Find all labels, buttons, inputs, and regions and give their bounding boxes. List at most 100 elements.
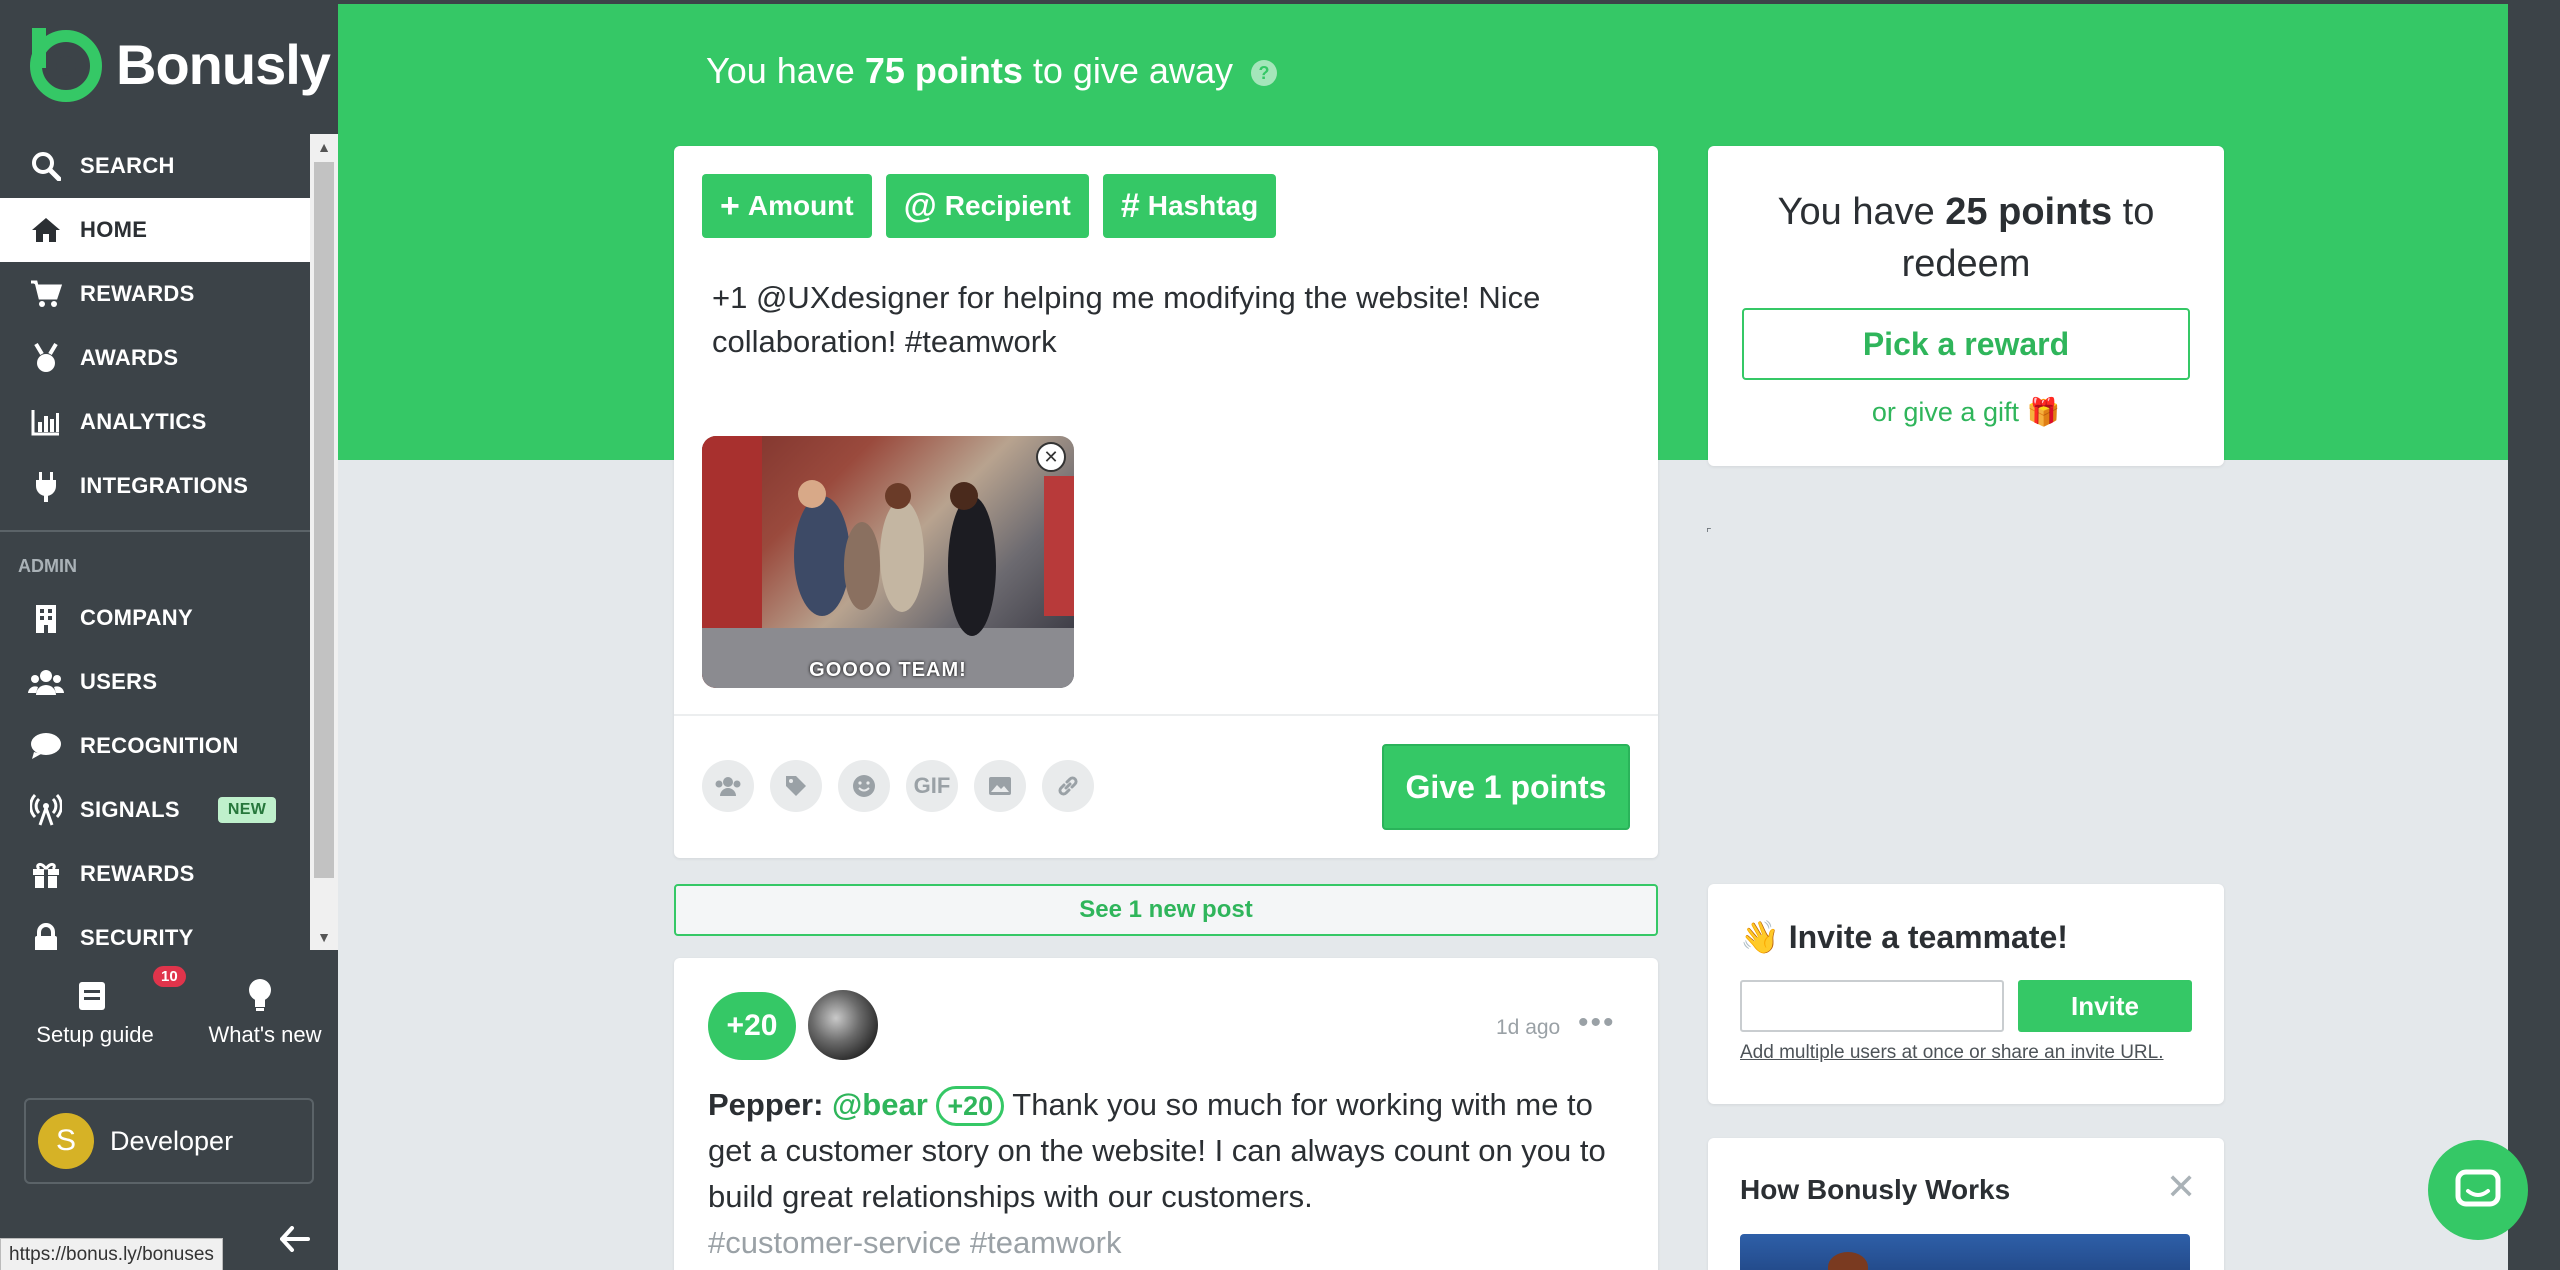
sidebar-item-company[interactable]: COMPANY bbox=[0, 586, 310, 650]
how-title: How Bonusly Works bbox=[1740, 1174, 2011, 1205]
sidebar-item-label: SIGNALS bbox=[80, 797, 180, 822]
bonusly-logo-icon bbox=[24, 26, 106, 102]
profile-switcher[interactable]: S Developer bbox=[24, 1098, 314, 1184]
collapse-sidebar-arrow-icon[interactable] bbox=[279, 1222, 310, 1261]
sidebar-item-rewards-admin[interactable]: REWARDS bbox=[0, 842, 310, 906]
post-points-badge: +20 bbox=[708, 992, 796, 1060]
sidebar-footer: 10 Setup guide What's new S Developer bbox=[0, 950, 338, 1270]
add-group-icon[interactable] bbox=[702, 760, 754, 812]
how-video-thumbnail[interactable] bbox=[1740, 1234, 2190, 1270]
pick-reward-button[interactable]: Pick a reward bbox=[1742, 308, 2190, 380]
scrollbar-thumb[interactable] bbox=[314, 162, 334, 878]
hero-prefix: You have bbox=[706, 50, 865, 91]
post-hashtags[interactable]: #customer-service #teamwork bbox=[708, 1225, 1121, 1260]
sidebar-item-signals[interactable]: SIGNALS NEW bbox=[0, 778, 310, 842]
sidebar-item-security[interactable]: SECURITY bbox=[0, 906, 310, 950]
hash-icon: # bbox=[1120, 186, 1140, 225]
post-mention[interactable]: @bear bbox=[832, 1087, 928, 1122]
emoji-icon[interactable] bbox=[838, 760, 890, 812]
hashtag-label: Hashtag bbox=[1147, 190, 1259, 221]
help-icon[interactable]: ? bbox=[1251, 60, 1277, 87]
tag-icon[interactable] bbox=[770, 760, 822, 812]
home-icon bbox=[28, 212, 64, 248]
sidebar-divider bbox=[0, 530, 310, 532]
thumbnail-figure bbox=[1828, 1252, 1868, 1270]
scroll-down-icon[interactable]: ▼ bbox=[310, 924, 338, 950]
invite-multiple-link[interactable]: Add multiple users at once or share an i… bbox=[1740, 1042, 2164, 1064]
more-options-icon[interactable]: ••• bbox=[1578, 1006, 1616, 1040]
invite-button[interactable]: Invite bbox=[2018, 980, 2192, 1032]
search-icon bbox=[28, 148, 64, 184]
remove-gif-close-icon[interactable]: ✕ bbox=[1036, 442, 1066, 472]
setup-guide-button[interactable]: 10 Setup guide bbox=[30, 966, 186, 1048]
invite-email-input[interactable] bbox=[1740, 980, 2004, 1032]
sidebar-item-home[interactable]: HOME bbox=[0, 198, 310, 262]
points-to-give-heading: You have 75 points to give away ? bbox=[706, 50, 1277, 92]
users-icon bbox=[28, 664, 64, 700]
window-right-edge bbox=[2508, 0, 2560, 1270]
composer-divider bbox=[674, 714, 1658, 716]
points-to-redeem-heading: You have 25 points to redeem bbox=[1708, 186, 2224, 290]
invite-card: 👋 Invite a teammate! Invite Add multiple… bbox=[1708, 884, 2224, 1104]
hero-points: 75 points bbox=[864, 50, 1023, 91]
recipient-button[interactable]: @ Recipient bbox=[885, 174, 1089, 238]
cart-icon bbox=[28, 276, 64, 312]
sidebar-item-search[interactable]: SEARCH bbox=[0, 134, 310, 198]
sidebar-item-label: AWARDS bbox=[80, 345, 179, 370]
bonus-message-input[interactable]: +1 @UXdesigner for helping me modifying … bbox=[712, 276, 1632, 364]
sidebar-item-label: SECURITY bbox=[80, 925, 194, 950]
redeem-prefix: You have bbox=[1777, 191, 1946, 233]
gif-button[interactable]: GIF bbox=[906, 760, 958, 812]
whats-new-button[interactable]: What's new bbox=[200, 978, 330, 1048]
redeem-points: 25 points bbox=[1945, 191, 2113, 233]
chat-launcher-icon[interactable] bbox=[2428, 1140, 2528, 1240]
close-icon[interactable]: ✕ bbox=[2166, 1166, 2196, 1208]
image-icon[interactable] bbox=[974, 760, 1026, 812]
give-gift-link[interactable]: or give a gift 🎁 bbox=[1708, 396, 2224, 428]
sidebar-item-recognition[interactable]: RECOGNITION bbox=[0, 714, 310, 778]
sidebar-item-label: RECOGNITION bbox=[80, 733, 239, 758]
new-badge: NEW bbox=[217, 797, 277, 823]
amount-button[interactable]: + Amount bbox=[702, 174, 872, 238]
gif-caption: GOOOO TEAM! bbox=[809, 659, 967, 681]
loading-mark: ⌜ bbox=[1706, 526, 1712, 540]
sidebar: Bonusly SEARCH HOME REWARDS AWARDS ANALY… bbox=[0, 0, 338, 1270]
lock-icon bbox=[28, 920, 64, 950]
scroll-up-icon[interactable]: ▲ bbox=[310, 134, 338, 160]
sidebar-item-label: HOME bbox=[80, 217, 148, 242]
inline-points-badge: +20 bbox=[936, 1086, 1005, 1126]
sidebar-item-rewards[interactable]: REWARDS bbox=[0, 262, 310, 326]
logo[interactable]: Bonusly bbox=[24, 26, 331, 102]
admin-section-label: ADMIN bbox=[18, 555, 77, 576]
sidebar-nav: SEARCH HOME REWARDS AWARDS ANALYTICS INT… bbox=[0, 134, 310, 950]
sidebar-item-analytics[interactable]: ANALYTICS bbox=[0, 390, 310, 454]
see-new-post-button[interactable]: See 1 new post bbox=[674, 884, 1658, 936]
how-bonusly-works-card: How Bonusly Works ✕ bbox=[1708, 1138, 2224, 1270]
link-icon[interactable] bbox=[1042, 760, 1094, 812]
window-top-edge bbox=[338, 0, 2560, 4]
sidebar-item-label: REWARDS bbox=[80, 861, 195, 886]
sidebar-item-awards[interactable]: AWARDS bbox=[0, 326, 310, 390]
sidebar-item-label: COMPANY bbox=[80, 605, 193, 630]
sidebar-item-label: ANALYTICS bbox=[80, 409, 207, 434]
status-bar-url: https://bonus.ly/bonuses bbox=[0, 1238, 223, 1270]
post-timestamp[interactable]: 1d ago bbox=[1496, 1016, 1560, 1040]
chat-bubble-icon bbox=[28, 728, 64, 764]
redeem-card: You have 25 points to redeem Pick a rewa… bbox=[1708, 146, 2224, 466]
give-points-button[interactable]: Give 1 points bbox=[1382, 744, 1630, 830]
hashtag-button[interactable]: # Hashtag bbox=[1102, 174, 1277, 238]
sidebar-item-users[interactable]: USERS bbox=[0, 650, 310, 714]
plus-icon: + bbox=[720, 186, 740, 225]
amount-label: Amount bbox=[747, 190, 854, 221]
sidebar-item-integrations[interactable]: INTEGRATIONS bbox=[0, 454, 310, 518]
avatar: S bbox=[38, 1113, 94, 1169]
gift-icon bbox=[28, 856, 64, 892]
sidebar-item-label: USERS bbox=[80, 669, 158, 694]
avatar[interactable] bbox=[808, 990, 878, 1060]
sidebar-scrollbar[interactable]: ▲ ▼ bbox=[310, 134, 338, 950]
plug-icon bbox=[28, 468, 64, 504]
brand-name: Bonusly bbox=[116, 32, 331, 96]
post-author[interactable]: Pepper: bbox=[708, 1087, 823, 1122]
sidebar-item-label: SEARCH bbox=[80, 153, 175, 178]
gif-figures bbox=[794, 480, 996, 636]
